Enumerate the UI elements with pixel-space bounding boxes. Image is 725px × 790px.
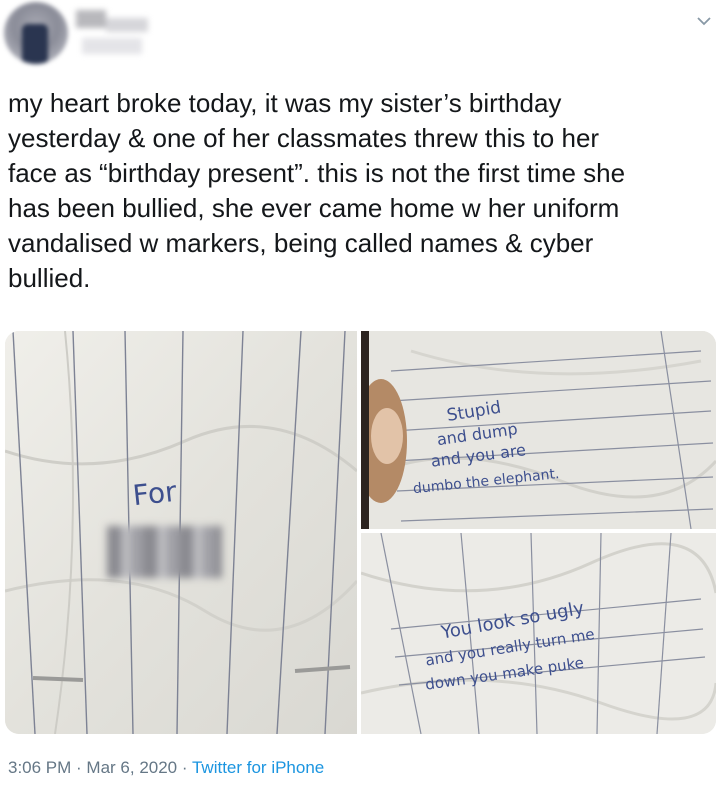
photo-note-stupid[interactable]: Stupid and dump and you are dumbo the el… [361,331,716,529]
note-for-text: For [131,475,178,512]
tweet-header [0,0,725,80]
photo-note-ugly[interactable]: You look so ugly and you really turn me … [361,533,716,734]
tweet-meta: 3:06 PM · Mar 6, 2020 · Twitter for iPho… [8,758,324,778]
redacted-name [107,526,222,578]
meta-separator: · [71,758,87,777]
tweet-text: my heart broke today, it was my sister’s… [8,88,626,293]
meta-separator: · [177,758,192,777]
tweet-time[interactable]: 3:06 PM [8,758,71,777]
chevron-down-icon[interactable] [695,12,713,30]
media-grid: For Stupid and dump and you are dumbo th… [5,331,716,734]
tweet-source-link[interactable]: Twitter for iPhone [192,758,324,777]
avatar[interactable] [4,2,68,64]
tweet-date[interactable]: Mar 6, 2020 [86,758,177,777]
photo-note-for[interactable]: For [5,331,357,734]
blurred-username[interactable] [76,10,156,58]
